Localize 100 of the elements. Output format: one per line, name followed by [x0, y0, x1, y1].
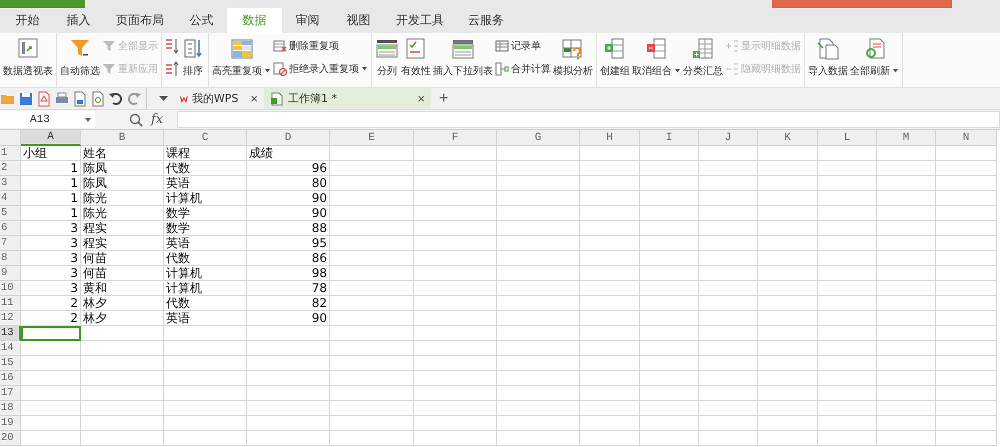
- document-tab[interactable]: 我的WPS ×: [174, 88, 264, 109]
- column-header[interactable]: N: [936, 130, 997, 146]
- ribbon-button[interactable]: 分列: [374, 33, 400, 87]
- row-header[interactable]: 16: [0, 371, 21, 386]
- row-header[interactable]: 20: [0, 431, 21, 446]
- table-cell: [758, 281, 818, 296]
- table-cell: 3: [21, 281, 81, 296]
- pdf-document-icon[interactable]: [36, 90, 52, 106]
- row-header[interactable]: 13: [0, 326, 21, 341]
- ribbon-button[interactable]: 创建组: [599, 33, 631, 87]
- column-header[interactable]: A: [21, 130, 81, 146]
- row-header[interactable]: 6: [0, 221, 21, 236]
- row-header[interactable]: 18: [0, 401, 21, 416]
- ribbon-button[interactable]: 删除重复项: [272, 38, 369, 54]
- ribbon-button[interactable]: 记录单: [494, 38, 552, 54]
- column-header[interactable]: E: [330, 130, 414, 146]
- sort-descending-icon[interactable]: [164, 61, 180, 78]
- menu-tab[interactable]: 数据: [227, 8, 282, 33]
- menu-tab[interactable]: 页面布局: [104, 8, 176, 33]
- table-cell: 数学: [164, 206, 247, 221]
- table-cell: [580, 431, 640, 446]
- columns-icon: [375, 37, 399, 60]
- close-tab-button[interactable]: ×: [250, 91, 258, 106]
- menu-tab[interactable]: 插入: [53, 8, 104, 33]
- table-cell: 88: [247, 221, 330, 236]
- table-cell: [640, 326, 699, 341]
- document-tab[interactable]: 工作簿1 * ×: [264, 88, 431, 109]
- menu-tab[interactable]: 公式: [176, 8, 227, 33]
- zoom-icon[interactable]: [129, 112, 143, 126]
- column-header[interactable]: K: [758, 130, 818, 146]
- menu-tab[interactable]: 开发工具: [384, 8, 456, 33]
- ribbon-button[interactable]: 全部刷新: [849, 33, 900, 87]
- row-header[interactable]: 14: [0, 341, 21, 356]
- sheet-icon: [270, 92, 284, 106]
- table-cell: [640, 176, 699, 191]
- row-header[interactable]: 11: [0, 296, 21, 311]
- row-header[interactable]: 8: [0, 251, 21, 266]
- ribbon-button[interactable]: 拒绝录入重复项: [272, 61, 369, 77]
- column-header[interactable]: B: [81, 130, 164, 146]
- selected-cell[interactable]: [21, 326, 81, 341]
- ribbon-button[interactable]: 合并计算: [494, 61, 552, 77]
- row-header[interactable]: 12: [0, 311, 21, 326]
- menu-tab[interactable]: 云服务: [456, 8, 516, 33]
- column-header[interactable]: F: [414, 130, 497, 146]
- ribbon-button[interactable]: 模拟分析: [552, 33, 594, 87]
- ribbon-button[interactable]: 插入下拉列表: [432, 33, 494, 87]
- table-cell: [699, 401, 758, 416]
- menu-tab[interactable]: 审阅: [282, 8, 333, 33]
- column-header[interactable]: I: [640, 130, 699, 146]
- table-cell: [877, 161, 936, 176]
- column-header[interactable]: D: [247, 130, 330, 146]
- table-cell: [818, 386, 877, 401]
- table-cell: 1: [21, 176, 81, 191]
- row-header[interactable]: 3: [0, 176, 21, 191]
- table-cell: [877, 386, 936, 401]
- menu-tab[interactable]: 视图: [333, 8, 384, 33]
- formula-input[interactable]: [177, 111, 1000, 128]
- column-header[interactable]: L: [818, 130, 877, 146]
- row-header[interactable]: 17: [0, 386, 21, 401]
- table-cell: [640, 431, 699, 446]
- row-header[interactable]: 9: [0, 266, 21, 281]
- ribbon-button[interactable]: 导入数据: [807, 33, 849, 87]
- ribbon-button[interactable]: 自动筛选: [59, 33, 101, 87]
- column-header[interactable]: H: [580, 130, 640, 146]
- table-cell: [818, 266, 877, 281]
- row-header[interactable]: 1: [0, 146, 21, 161]
- ribbon-button[interactable]: 取消组合: [631, 33, 682, 87]
- column-header[interactable]: C: [164, 130, 247, 146]
- ribbon-button[interactable]: 数据透视表: [2, 33, 54, 87]
- column-header[interactable]: G: [497, 130, 580, 146]
- table-cell: 黄和: [81, 281, 164, 296]
- ribbon-button[interactable]: 分类汇总: [682, 33, 724, 87]
- save-icon[interactable]: [18, 90, 34, 106]
- menu-tab[interactable]: 开始: [2, 8, 53, 33]
- ribbon-button[interactable]: 排序: [180, 33, 206, 87]
- table-cell: [580, 161, 640, 176]
- row-header[interactable]: 19: [0, 416, 21, 431]
- new-tab-button[interactable]: +: [431, 88, 456, 109]
- undo-icon[interactable]: [108, 90, 124, 106]
- column-header[interactable]: J: [699, 130, 758, 146]
- ribbon-button[interactable]: 高亮重复项: [211, 33, 272, 87]
- close-tab-button[interactable]: ×: [417, 91, 425, 106]
- row-header[interactable]: 15: [0, 356, 21, 371]
- column-header[interactable]: M: [877, 130, 936, 146]
- table-cell: [699, 161, 758, 176]
- row-header[interactable]: 7: [0, 236, 21, 251]
- table-cell: [877, 311, 936, 326]
- sort-ascending-icon[interactable]: [164, 38, 180, 55]
- preview-icon[interactable]: [90, 90, 106, 106]
- table-cell: [640, 236, 699, 251]
- function-button[interactable]: fx: [151, 112, 164, 127]
- row-header[interactable]: 10: [0, 281, 21, 296]
- table-cell: [699, 311, 758, 326]
- row-header[interactable]: 5: [0, 206, 21, 221]
- row-header[interactable]: 2: [0, 161, 21, 176]
- row-header[interactable]: 4: [0, 191, 21, 206]
- print-preview-icon[interactable]: [72, 90, 88, 106]
- name-box[interactable]: A13: [0, 111, 95, 128]
- caret-icon[interactable]: [159, 96, 168, 101]
- ribbon-button[interactable]: 有效性: [400, 33, 432, 87]
